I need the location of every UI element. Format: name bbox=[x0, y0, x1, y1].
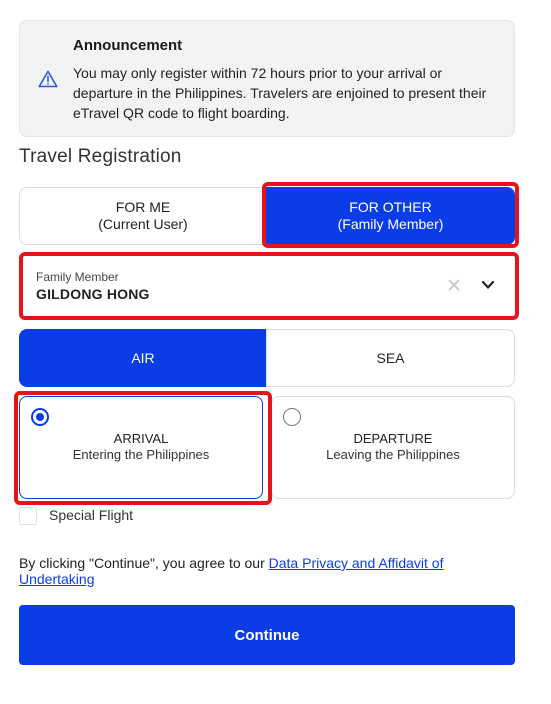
arrival-radio[interactable] bbox=[31, 408, 49, 426]
special-flight-label: Special Flight bbox=[49, 507, 134, 523]
continue-button[interactable]: Continue bbox=[19, 605, 515, 665]
for-other-button[interactable]: FOR OTHER (Family Member) bbox=[266, 187, 515, 245]
close-icon[interactable] bbox=[445, 276, 463, 294]
warning-triangle-icon bbox=[38, 70, 58, 88]
special-flight-checkbox[interactable] bbox=[19, 507, 37, 525]
departure-option[interactable]: DEPARTURE Leaving the Philippines bbox=[271, 396, 515, 499]
arrival-option[interactable]: ARRIVAL Entering the Philippines bbox=[19, 396, 263, 499]
air-label: AIR bbox=[131, 350, 155, 366]
arrival-subtitle: Entering the Philippines bbox=[72, 447, 210, 462]
announcement-banner: Announcement You may only register withi… bbox=[19, 20, 515, 137]
family-member-value: GILDONG HONG bbox=[36, 286, 150, 302]
for-me-sublabel: (Current User) bbox=[98, 216, 188, 232]
sea-button[interactable]: SEA bbox=[266, 329, 515, 387]
family-member-select[interactable]: Family Member GILDONG HONG bbox=[23, 256, 514, 316]
departure-subtitle: Leaving the Philippines bbox=[326, 447, 460, 462]
for-me-button[interactable]: FOR ME (Current User) bbox=[19, 187, 267, 245]
family-member-label: Family Member bbox=[36, 270, 119, 284]
announcement-text: You may only register within 72 hours pr… bbox=[73, 65, 487, 121]
for-me-label: FOR ME bbox=[115, 199, 171, 215]
for-other-sublabel: (Family Member) bbox=[337, 216, 444, 232]
departure-title: DEPARTURE bbox=[353, 431, 433, 446]
consent-prefix: By clicking "Continue", you agree to our bbox=[19, 555, 269, 571]
page-title: Travel Registration bbox=[19, 146, 182, 167]
air-button[interactable]: AIR bbox=[19, 329, 267, 387]
for-other-label: FOR OTHER bbox=[349, 199, 432, 215]
sea-label: SEA bbox=[376, 350, 405, 366]
consent-text: By clicking "Continue", you agree to our… bbox=[19, 555, 489, 587]
arrival-title: ARRIVAL bbox=[113, 431, 169, 446]
announcement-title: Announcement bbox=[73, 37, 183, 54]
chevron-down-icon[interactable] bbox=[479, 277, 497, 293]
departure-radio[interactable] bbox=[283, 408, 301, 426]
